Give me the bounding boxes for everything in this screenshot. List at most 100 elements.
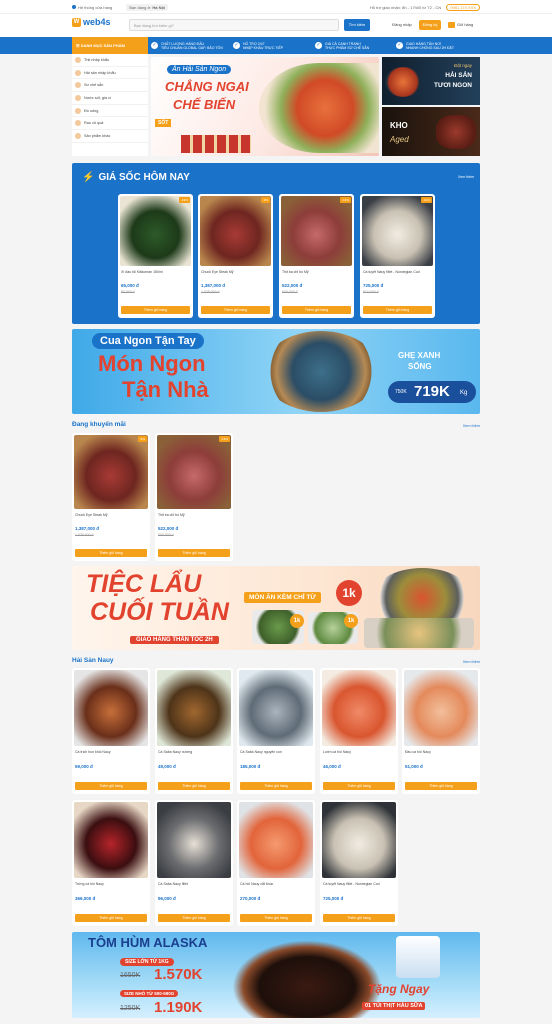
product-image[interactable]: [120, 196, 191, 266]
product-name[interactable]: Cá tuyết Nauy fillet - Norwegian Cod: [323, 882, 395, 887]
sidebar-item[interactable]: Thịt nhập khẩu: [72, 54, 148, 67]
add-to-cart-button[interactable]: Thêm giỏ hàng: [405, 782, 477, 790]
product-image[interactable]: [281, 196, 352, 266]
product-name[interactable]: Chuck Eye Steak Mỹ: [201, 270, 270, 275]
discount-badge: -9%: [137, 436, 147, 442]
add-to-cart-button[interactable]: Thêm giỏ hàng: [121, 306, 190, 314]
product-price: 1,387,000 đ: [201, 283, 226, 288]
product-name[interactable]: Cá hồi Nauy cắt khúc: [240, 882, 312, 887]
add-to-cart-button[interactable]: Thêm giỏ hàng: [75, 914, 147, 922]
add-to-cart-button[interactable]: Thêm giỏ hàng: [323, 782, 395, 790]
crab-old-price: 750K: [395, 389, 407, 395]
phone-badge[interactable]: 0981 174 XXX: [446, 3, 480, 11]
search-input[interactable]: Bạn đang tìm kiếm gì?: [129, 19, 339, 31]
product-card[interactable]: Đầu cá hồi Nauy 51,000 đ Thêm giỏ hàng: [402, 668, 480, 794]
add-to-cart-button[interactable]: Thêm giỏ hàng: [323, 914, 395, 922]
add-to-cart-button[interactable]: Thêm giỏ hàng: [240, 914, 312, 922]
product-card[interactable]: Cá tuyết Nauy fillet - Norwegian Cod 725,…: [320, 800, 398, 926]
product-card[interactable]: -9% Chuck Eye Steak Mỹ 1,387,000 đ 1,528,00…: [72, 433, 150, 561]
cart-button[interactable]: Giỏ hàng: [448, 20, 482, 30]
product-image[interactable]: [404, 670, 478, 746]
sidebar-item[interactable]: Sơ chế sẵn: [72, 79, 148, 93]
add-to-cart-button[interactable]: Thêm giỏ hàng: [363, 306, 432, 314]
store-system-link[interactable]: Hệ thống cửa hàng: [78, 5, 112, 10]
add-to-cart-button[interactable]: Thêm giỏ hàng: [158, 914, 230, 922]
product-card[interactable]: Cá Saba Nauy fillet 96,000 đ Thêm giỏ hàng: [155, 800, 233, 926]
product-card[interactable]: Trứng cá hồi Nauy 366,000 đ Thêm giỏ hàng: [72, 800, 150, 926]
add-to-cart-button[interactable]: Thêm giỏ hàng: [158, 549, 230, 557]
product-card[interactable]: Cá Saba Nauy nướng 49,000 đ Thêm giỏ hàng: [155, 668, 233, 794]
product-card[interactable]: -13% Thịt ba chỉ bò Mỹ 522,000 đ 600,000 đ T…: [279, 194, 354, 318]
product-image[interactable]: [322, 802, 396, 878]
sidebar-item-label: Hải sản nhập khẩu: [84, 70, 116, 75]
steak-image: [436, 115, 476, 149]
product-name[interactable]: Thịt ba chỉ bò Mỹ: [282, 270, 351, 275]
search-button[interactable]: Tìm kiếm: [344, 19, 370, 31]
product-card[interactable]: -13% Thịt ba chỉ bò Mỹ 522,000 đ 600,000 đ T…: [155, 433, 233, 561]
product-image[interactable]: [322, 670, 396, 746]
login-link[interactable]: Đăng nhập: [390, 20, 414, 30]
product-name[interactable]: Đầu cá hồi Nauy: [405, 750, 477, 755]
lobster-banner[interactable]: TÔM HÙM ALASKA SIZE LỚN TỪ 1KG 1650K 1.5…: [72, 932, 480, 1018]
size-small-old: 1250K: [120, 1005, 141, 1012]
product-name[interactable]: Thịt ba chỉ bò Mỹ: [158, 513, 230, 518]
product-name[interactable]: Cá tuyết Nauy fillet - Norwegian Cod: [363, 270, 432, 275]
product-card[interactable]: -9% Chuck Eye Steak Mỹ 1,387,000 đ 1,528,00…: [198, 194, 273, 318]
product-card[interactable]: Lườn cá hồi Nauy 46,000 đ Thêm giỏ hàng: [320, 668, 398, 794]
categories-menu-button[interactable]: ☰ DANH MỤC SẢN PHẨM: [72, 37, 148, 54]
sidebar-item[interactable]: Nước sốt, gia vị: [72, 92, 148, 105]
hero-banner[interactable]: Ăn Hải Sản Ngon CHẲNG NGẠI CHẾ BIẾN SỐT: [151, 57, 379, 156]
product-name[interactable]: Cá trích hun khói Nauy: [75, 750, 147, 755]
crab-mid1: Món Ngon: [98, 351, 206, 376]
promo-more-link[interactable]: Xem thêm: [463, 424, 480, 428]
product-image[interactable]: [74, 802, 148, 878]
product-name[interactable]: Cá Saba Nauy nguyên con: [240, 750, 312, 755]
product-name[interactable]: Trứng cá hồi Nauy: [75, 882, 147, 887]
product-name[interactable]: Chuck Eye Steak Mỹ: [75, 513, 147, 518]
sidebar-item[interactable]: Đồ uống: [72, 105, 148, 118]
product-image[interactable]: [239, 670, 313, 746]
category-icon: [75, 94, 81, 101]
add-to-cart-button[interactable]: Thêm giỏ hàng: [75, 549, 147, 557]
product-image[interactable]: [239, 802, 313, 878]
logo-mark: W: [72, 17, 81, 27]
product-image[interactable]: [74, 435, 148, 509]
sidebar-item[interactable]: Rau củ quả: [72, 117, 148, 131]
add-to-cart-button[interactable]: Thêm giỏ hàng: [75, 782, 147, 790]
product-card[interactable]: -19% Xì dầu tỏi Kikkoman 150ml 65,000 đ 80,…: [118, 194, 193, 318]
crab-banner[interactable]: Cua Ngon Tận Tay Món Ngon Tận Nhà GHẸ XA…: [72, 329, 480, 414]
nauy-more-link[interactable]: Xem thêm: [463, 660, 480, 664]
product-image[interactable]: [157, 802, 231, 878]
product-card[interactable]: Cá hồi Nauy cắt khúc 270,000 đ Thêm giỏ hà…: [237, 800, 315, 926]
add-to-cart-button[interactable]: Thêm giỏ hàng: [201, 306, 270, 314]
add-to-cart-button[interactable]: Thêm giỏ hàng: [282, 306, 351, 314]
hotline-text: Hỗ trợ giao nhận: 8h - 17h00 từ T2 - CN: [369, 4, 442, 10]
product-image[interactable]: [157, 435, 231, 509]
product-name[interactable]: Cá Saba Nauy nướng: [158, 750, 230, 755]
product-card[interactable]: -10% Cá tuyết Nauy fillet - Norwegian Cod…: [360, 194, 435, 318]
gift-pack-image: [396, 936, 440, 978]
product-image[interactable]: [157, 670, 231, 746]
flash-more-link[interactable]: Xem thêm: [458, 175, 474, 179]
sidebar-item[interactable]: Sản phẩm khác: [72, 130, 148, 143]
product-image[interactable]: [362, 196, 433, 266]
logo[interactable]: W web4s: [72, 17, 111, 27]
product-name[interactable]: Lườn cá hồi Nauy: [323, 750, 395, 755]
hotpot-banner[interactable]: TIỆC LẨU CUỐI TUẦN MÓN ĂN KÈM CHỈ TỪ 1k …: [72, 566, 480, 650]
register-button[interactable]: Đăng ký: [419, 20, 441, 30]
side-banner-aged[interactable]: KHO Aged: [382, 107, 480, 156]
add-to-cart-button[interactable]: Thêm giỏ hàng: [240, 782, 312, 790]
location-selector[interactable]: Bạn đang ở: Hà Nội: [126, 3, 169, 11]
check-icon: ✓: [151, 42, 158, 49]
feature-support: ✓ HỖ TRỢ 24/7 NHẬP KHẨU TRỰC TIẾP: [233, 40, 313, 51]
side-banner-seafood[interactable]: Đặt ngay HẢI SẢN TƯƠI NGON: [382, 57, 480, 105]
sidebar-item[interactable]: Hải sản nhập khẩu: [72, 67, 148, 80]
product-card[interactable]: Cá trích hun khói Nauy 59,000 đ Thêm giỏ h…: [72, 668, 150, 794]
product-name[interactable]: Cá Saba Nauy fillet: [158, 882, 230, 887]
product-name[interactable]: Xì dầu tỏi Kikkoman 150ml: [121, 270, 190, 275]
product-image[interactable]: [200, 196, 271, 266]
product-image[interactable]: [74, 670, 148, 746]
add-to-cart-button[interactable]: Thêm giỏ hàng: [158, 782, 230, 790]
discount-badge: -19%: [178, 197, 190, 203]
product-card[interactable]: Cá Saba Nauy nguyên con 185,000 đ Thêm giỏ…: [237, 668, 315, 794]
